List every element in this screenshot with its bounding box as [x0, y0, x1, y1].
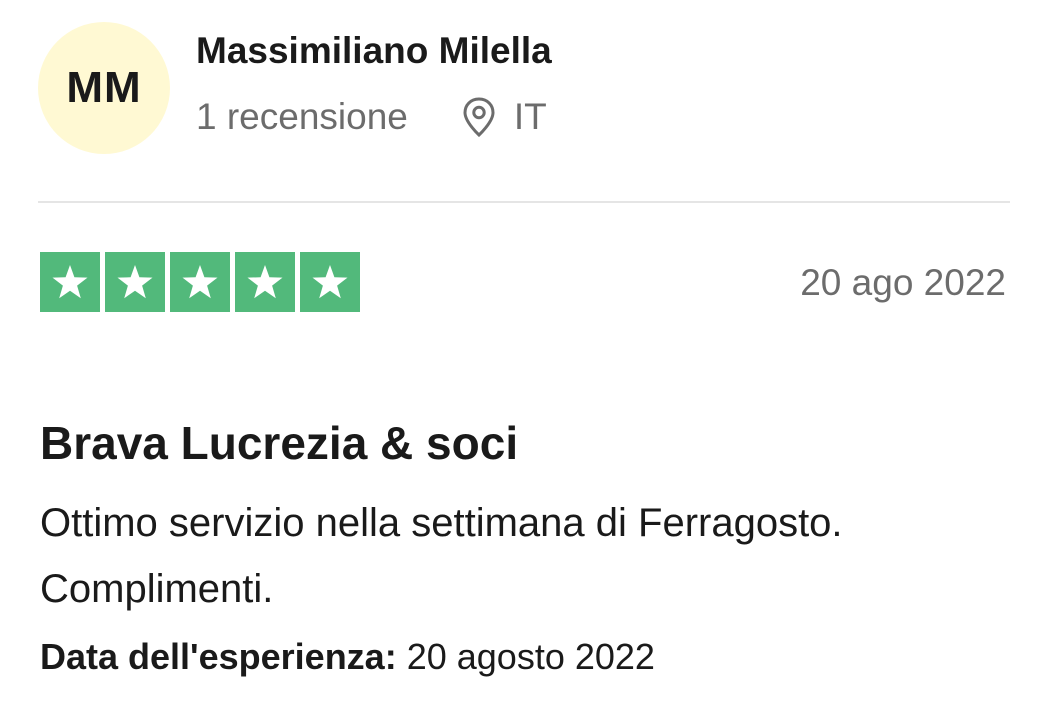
star-icon	[312, 265, 348, 299]
reviewer-meta: 1 recensione IT	[196, 96, 547, 138]
star-icon	[247, 265, 283, 299]
star-box	[170, 252, 230, 312]
experience-date-value: 20 agosto 2022	[406, 636, 655, 677]
review-card: MM Massimiliano Milella 1 recensione IT …	[0, 0, 1044, 726]
star-icon	[52, 265, 88, 299]
experience-date-label: Data dell'esperienza:	[40, 636, 397, 677]
review-body: Ottimo servizio nella settimana di Ferra…	[40, 501, 843, 611]
reviewer-name[interactable]: Massimiliano Milella	[196, 30, 552, 72]
star-box	[40, 252, 100, 312]
star-rating	[40, 252, 360, 312]
star-icon	[182, 265, 218, 299]
review-count: 1 recensione	[196, 96, 408, 137]
review-date: 20 ago 2022	[800, 262, 1006, 303]
reviewer-country: IT	[513, 96, 547, 137]
review-title[interactable]: Brava Lucrezia & soci	[40, 416, 518, 470]
star-box	[105, 252, 165, 312]
divider	[38, 201, 1010, 203]
star-box	[235, 252, 295, 312]
avatar[interactable]: MM	[38, 22, 170, 154]
star-box	[300, 252, 360, 312]
star-icon	[117, 265, 153, 299]
map-pin-icon	[462, 97, 496, 137]
experience-date: Data dell'esperienza: 20 agosto 2022	[40, 636, 655, 678]
